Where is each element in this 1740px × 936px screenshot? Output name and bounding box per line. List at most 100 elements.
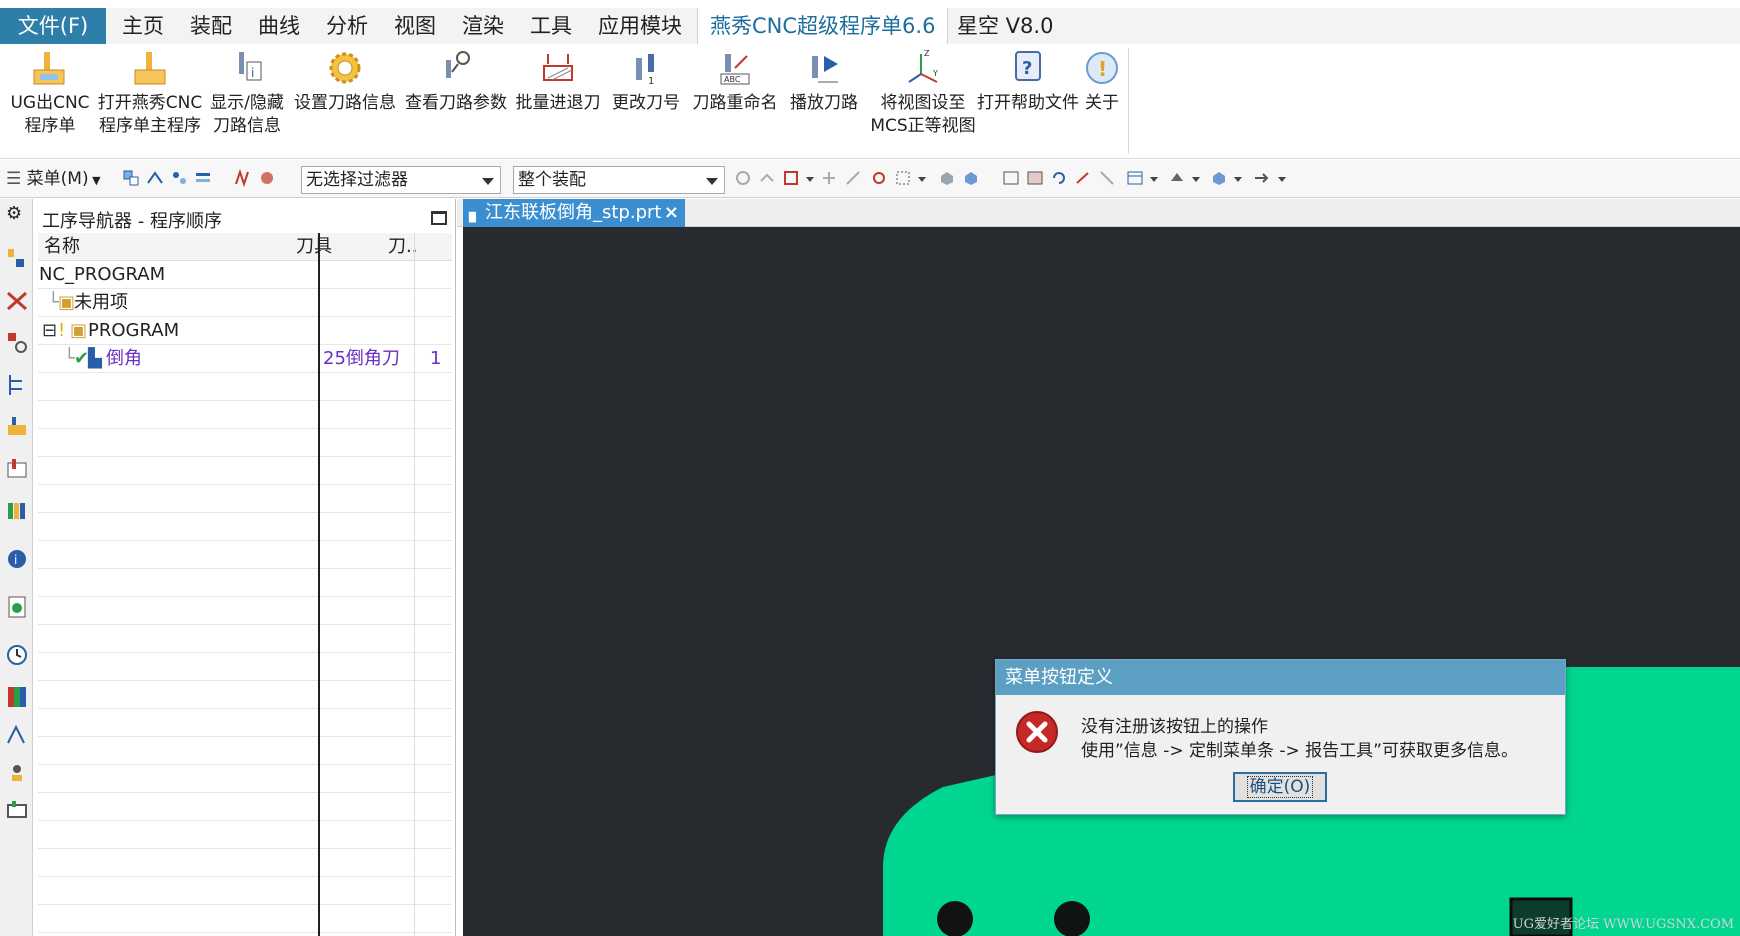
filter-icon-3[interactable] [782,169,800,187]
close-icon[interactable]: × [664,199,679,227]
tab-home[interactable]: 主页 [110,8,176,44]
tab-view[interactable]: 视图 [382,8,448,44]
set-toolpath-info-button[interactable]: 设置刀路信息 [292,44,398,154]
navigator-column-header: 名称 刀具 刀.. [38,233,452,261]
open-help-file-button[interactable]: ? 打开帮助文件 [974,44,1082,154]
tab-application[interactable]: 应用模块 [586,8,694,44]
show-hide-toolpath-info-button[interactable]: i 显示/隐藏 刀路信息 [206,44,288,154]
empty-row [38,653,452,681]
watermark: UG爱好者论坛 WWW.UGSNX.COM [1512,917,1734,932]
table-row-nc-program[interactable]: NC_PROGRAM [38,261,452,289]
filter-icon-6[interactable] [870,169,888,187]
constraint-navigator-icon[interactable] [6,289,28,313]
column-tool-header[interactable]: 刀具 [296,233,332,261]
table-row-chamfer[interactable]: └ ✔ ▙ 倒角 25倒角刀 1 [38,345,452,373]
chevron-down-icon[interactable] [806,177,814,182]
solid-icon[interactable] [938,169,956,187]
part-navigator-icon[interactable] [6,331,28,355]
chevron-down-icon[interactable] [1150,177,1158,182]
folder-icon: ▣ [70,320,88,341]
about-button[interactable]: ! 关于 [1080,44,1124,154]
filter-icon-4[interactable] [820,169,838,187]
select-icon-1[interactable] [122,169,140,187]
chevron-down-icon[interactable] [1278,177,1286,182]
orient-icon[interactable] [1252,169,1270,187]
chevron-down-icon[interactable] [918,177,926,182]
box-select-icon[interactable] [894,169,912,187]
filter-icon-2[interactable] [758,169,776,187]
ug-cnc-sheet-button[interactable]: UG出CNC 程序单 [6,44,94,154]
table-row-program[interactable]: ⊟ ! ▣ PROGRAM [38,317,452,345]
layout-icon[interactable] [1126,169,1144,187]
clock-icon[interactable] [6,643,28,667]
ok-button[interactable]: 确定(O) [1233,772,1327,802]
process-icon[interactable] [6,799,28,823]
machine-tool-icon[interactable] [6,415,28,439]
tab-xingkong[interactable]: 星空 V8.0 [945,8,1065,44]
empty-row [38,681,452,709]
menu-icon: ☰ [6,169,27,189]
tab-render[interactable]: 渲染 [450,8,516,44]
tab-file[interactable]: 文件(F) [0,8,106,44]
selection-filter-dropdown[interactable]: 无选择过滤器 [301,166,501,194]
assembly-navigator-icon[interactable] [6,247,28,271]
robot-icon[interactable] [6,761,28,785]
column-name-header[interactable]: 名称 [44,233,80,261]
dialog-title[interactable]: 菜单按钮定义 [996,660,1565,695]
empty-row [38,765,452,793]
svg-text:Z: Z [924,49,930,58]
cube-icon[interactable] [1210,169,1228,187]
dialog-detail: 使用”信息 -> 定制菜单条 -> 报告工具”可获取更多信息。 [1081,741,1518,761]
chevron-down-icon[interactable] [1192,177,1200,182]
tool-path-icon[interactable] [6,723,28,747]
rename-toolpath-button[interactable]: ABC 刀路重命名 [688,44,782,154]
batch-engage-retract-button[interactable]: 批量进退刀 [512,44,604,154]
snap-icon-1[interactable] [234,169,252,187]
pan-icon[interactable] [1074,169,1092,187]
table-row-unused[interactable]: └ ▣ 未用项 [38,289,452,317]
change-tool-number-button[interactable]: 1 更改刀号 [606,44,686,154]
palette-icon[interactable] [6,685,28,709]
shading-icon[interactable] [1168,169,1186,187]
collapse-icon[interactable]: ⊟ [42,317,57,345]
menu-button[interactable]: ☰ 菜单(M) ▼ [6,167,101,193]
web-browser-icon[interactable]: i [6,547,28,571]
settings-icon[interactable]: ⚙ [6,203,28,227]
zoom-icon[interactable] [1098,169,1116,187]
body-icon[interactable] [962,169,980,187]
play-toolpath-button[interactable]: 播放刀路 [784,44,864,154]
tab-yanxiu-cnc[interactable]: 燕秀CNC超级程序单6.6 [697,8,949,44]
select-icon-4[interactable] [194,169,212,187]
reuse-library-icon[interactable] [6,499,28,523]
select-icon-2[interactable] [146,169,164,187]
tab-analysis[interactable]: 分析 [314,8,380,44]
tab-curve[interactable]: 曲线 [246,8,312,44]
open-program-icon [134,52,166,85]
filter-icon-1[interactable] [734,169,752,187]
play-toolpath-icon [812,56,838,83]
rotate-icon[interactable] [1050,169,1068,187]
tool-library-icon[interactable] [6,457,28,481]
view-icon-2[interactable] [1026,169,1044,187]
snap-icon-2[interactable] [258,169,276,187]
part-model [883,667,1740,936]
chevron-down-icon[interactable] [1234,177,1242,182]
filter-icon-5[interactable] [844,169,862,187]
tab-tools[interactable]: 工具 [518,8,584,44]
open-yanxiu-main-button[interactable]: 打开燕秀CNC 程序单主程序 [96,44,204,154]
graphics-viewport[interactable]: UG爱好者论坛 WWW.UGSNX.COM [463,227,1740,936]
view-toolpath-params-button[interactable]: 查看刀路参数 [402,44,510,154]
operation-navigator-panel: 工序导航器 - 程序顺序 名称 刀具 刀.. NC_PROGRAM └ ▣ 未用… [34,199,456,936]
part-file-icon: ▖ [469,202,483,223]
set-mcs-isometric-view-button[interactable]: ZY 将视图设至 MCS正等视图 [866,44,980,154]
error-dialog: 菜单按钮定义 没有注册该按钮上的操作 使用”信息 -> 定制菜单条 -> 报告工… [995,659,1566,815]
tab-assembly[interactable]: 装配 [178,8,244,44]
maximize-icon[interactable] [431,211,447,225]
operation-navigator-icon[interactable] [6,373,28,397]
document-tab[interactable]: ▖ 江东联板倒角_stp.prt × [463,199,685,227]
svg-text:i: i [251,66,254,80]
view-icon-1[interactable] [1002,169,1020,187]
history-icon[interactable] [6,595,28,619]
assembly-scope-dropdown[interactable]: 整个装配 [513,166,725,194]
select-icon-3[interactable] [170,169,188,187]
